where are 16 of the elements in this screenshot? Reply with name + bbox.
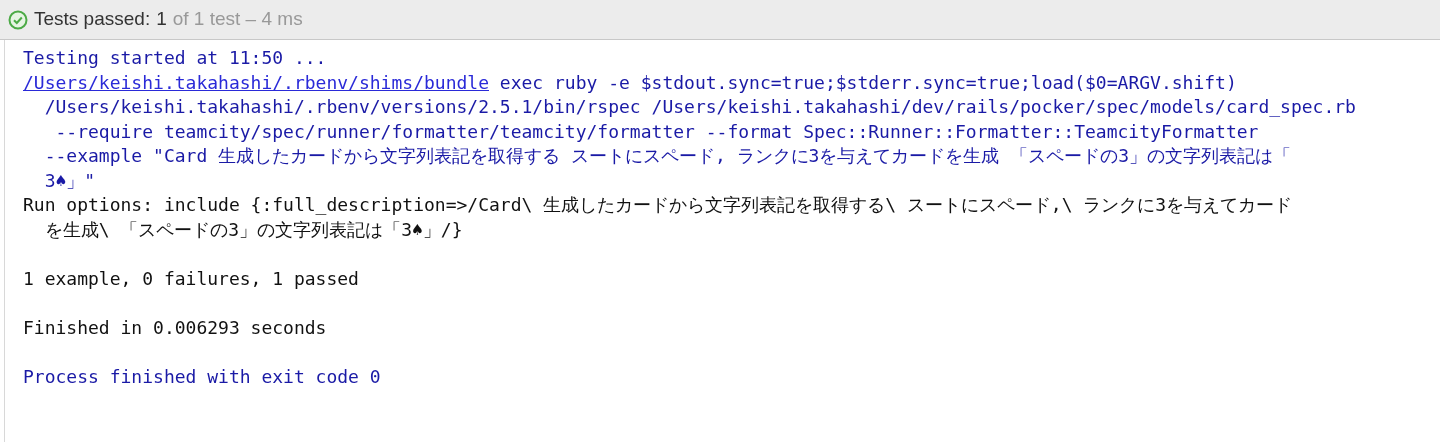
- console-line: Testing started at 11:50 ...: [23, 46, 327, 70]
- console-line: Process finished with exit code 0: [23, 364, 381, 389]
- console-line: 3♠」": [43, 168, 96, 193]
- console-line: 1 example, 0 failures, 1 passed: [23, 266, 359, 291]
- console-line: を生成\ 「スペードの3」の文字列表記は「3♠」/}: [43, 217, 463, 242]
- check-circle-icon: [8, 9, 28, 30]
- console-line: --require teamcity/spec/runner/formatter/teamcity/formatter --format Spec::Runner::Formatter::TeamcityFormatter: [54, 119, 1259, 144]
- console-line: exec ruby -e $stdout.sync=true;$stderr.sync=true;load($0=ARGV.shift): [498, 71, 1237, 93]
- console-line: --example "Card 生成したカードから文字列表記を取得する スートにスペード, ランクに3を与えてカードを生成 「スペードの3」の文字列表記は「: [43, 144, 1292, 168]
- console-line: Finished in 0.006293 seconds: [23, 315, 327, 340]
- status-detail: of 1 test – 4 ms: [172, 7, 303, 32]
- path-link[interactable]: /Users/keishi.takahashi/.rbenv/shims/bundle: [23, 71, 489, 93]
- status-label: Tests passed:: [34, 7, 151, 32]
- console-line: Run options: include {:full_description=>/Card\ 生成したカードから文字列表記を取得する\ スートにスペード,\ ランクに3を与えてカード: [23, 193, 1293, 217]
- passed-count: 1: [156, 7, 167, 32]
- console-line: /Users/keishi.takahashi/.rbenv/versions/2.5.1/bin/rspec /Users/keishi.takahashi/dev/rails/pocker/spec/models/card_spec.rb: [43, 95, 1356, 119]
